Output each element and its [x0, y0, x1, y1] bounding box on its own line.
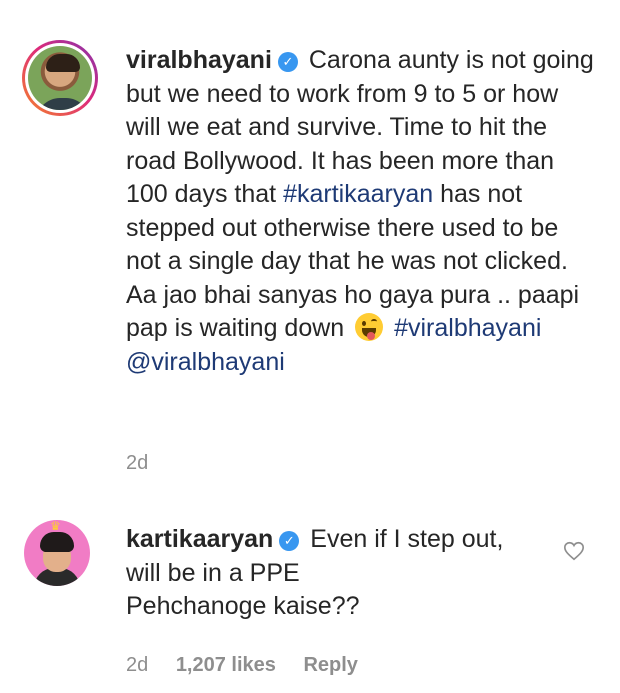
- comment-kartikaaryan: kartikaaryan ✓ Even if I step out, will b…: [126, 523, 546, 624]
- comment-text-line: will be in a PPE: [126, 558, 300, 587]
- likes-count-link[interactable]: 1,207 likes: [176, 654, 276, 676]
- comment-timestamp: 2d: [126, 654, 149, 676]
- hashtag-link[interactable]: #kartikaaryan: [283, 180, 433, 208]
- avatar-image: [28, 46, 92, 110]
- instagram-comments: viralbhayani ✓ Carona aunty is not going …: [0, 0, 620, 693]
- comment-viralbhayani: viralbhayani ✓ Carona aunty is not going …: [126, 44, 596, 379]
- hashtag-link[interactable]: #viralbhayani: [394, 314, 541, 342]
- verified-badge-icon: ✓: [277, 52, 298, 72]
- comment-timestamp: 2d: [126, 452, 149, 474]
- comment-text-line: Even if I step out,: [310, 525, 504, 553]
- avatar-kartikaaryan[interactable]: ♛: [22, 518, 92, 588]
- zany-face-emoji-icon: [355, 313, 384, 341]
- username-link[interactable]: kartikaaryan: [126, 525, 273, 553]
- mention-link[interactable]: @viralbhayani: [126, 348, 285, 376]
- comment-actions: 2d 1,207 likes Reply: [126, 654, 380, 677]
- avatar-image: ♛: [24, 520, 90, 586]
- avatar-viralbhayani[interactable]: [22, 40, 98, 116]
- verified-badge-icon: ✓: [279, 531, 300, 551]
- crown-icon: ♛: [50, 520, 61, 533]
- comment-text-line: Pehchanoge kaise??: [126, 592, 360, 620]
- reply-button[interactable]: Reply: [303, 654, 357, 676]
- username-link[interactable]: viralbhayani: [126, 46, 272, 74]
- heart-outline-icon[interactable]: [563, 540, 585, 562]
